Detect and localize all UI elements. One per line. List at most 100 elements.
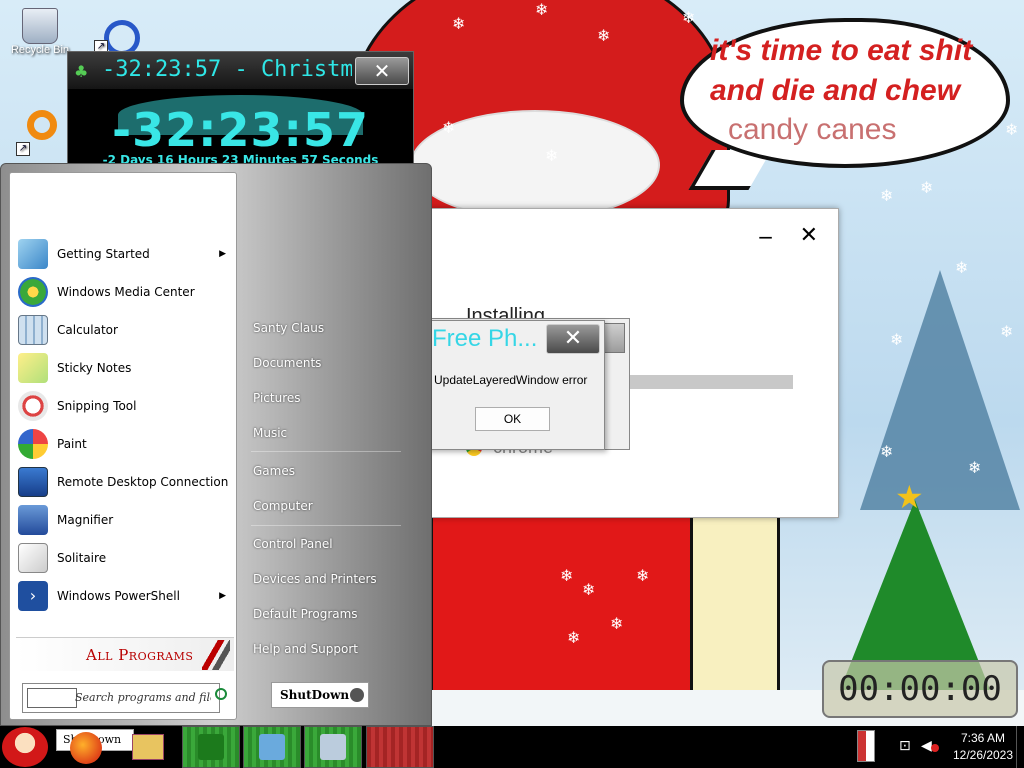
snowflake-icon: ❄	[920, 178, 934, 197]
snowflake-icon: ❄	[880, 186, 894, 205]
start-right-games[interactable]: Games	[253, 464, 295, 478]
taskbar-clock-time[interactable]: 7:36 AM	[953, 731, 1013, 745]
star-icon: ★	[895, 478, 924, 516]
start-item-snipping-tool[interactable]: Snipping Tool	[18, 389, 230, 423]
snowflake-icon: ❄	[597, 26, 611, 45]
start-right-separator	[251, 451, 401, 452]
desktop-icon-recycle-bin[interactable]: Recycle Bin	[4, 8, 76, 56]
powershell-icon: ›	[18, 581, 48, 611]
remote-desktop-icon	[18, 467, 48, 497]
minimize-button[interactable]: −	[757, 225, 774, 249]
start-right-music[interactable]: Music	[253, 426, 287, 440]
firefox-icon[interactable]	[70, 732, 102, 764]
pine-tree-art	[860, 270, 1020, 510]
snowflake-icon: ❄	[880, 442, 894, 461]
start-right-computer[interactable]: Computer	[253, 499, 313, 513]
shutdown-label: ShutDown	[280, 688, 350, 702]
close-button[interactable]: ✕	[800, 223, 818, 248]
start-item-calculator[interactable]: Calculator	[18, 313, 230, 347]
taskbar-clock-date[interactable]: 12/26/2023	[943, 748, 1023, 762]
speech-bubble-line3: candy canes	[728, 113, 897, 146]
start-item-sticky-notes[interactable]: Sticky Notes	[18, 351, 230, 385]
taskbar-button-photos[interactable]	[243, 726, 301, 768]
start-item-label: Windows Media Center	[57, 285, 195, 299]
shortcut-arrow-icon: ↗	[16, 142, 30, 156]
desktop-icon-label: Recycle Bin	[10, 44, 70, 56]
taskbar-button-installer[interactable]	[304, 726, 362, 768]
start-item-remote-desktop[interactable]: Remote Desktop Connection	[18, 465, 230, 499]
start-right-santy-claus[interactable]: Santy Claus	[253, 321, 324, 335]
start-item-label: Getting Started	[57, 247, 150, 261]
all-programs-stripe-icon	[202, 640, 230, 670]
photo-viewer-icon	[259, 734, 285, 760]
file-explorer-icon[interactable]	[132, 734, 164, 760]
ok-button[interactable]: OK	[475, 407, 550, 431]
speech-bubble-line2: and die and chew	[710, 74, 961, 107]
start-search-box[interactable]	[22, 683, 227, 713]
start-right-pictures[interactable]: Pictures	[253, 391, 301, 405]
start-right-default-programs[interactable]: Default Programs	[253, 607, 358, 621]
start-item-label: Calculator	[57, 323, 118, 337]
error-message: UpdateLayeredWindow error	[434, 373, 588, 387]
start-item-magnifier[interactable]: Magnifier	[18, 503, 230, 537]
start-right-documents[interactable]: Documents	[253, 356, 321, 370]
snowflake-icon: ❄	[452, 14, 466, 33]
show-desktop-button[interactable]	[1016, 726, 1024, 768]
snowflake-icon: ❄	[636, 566, 650, 585]
submenu-arrow-icon: ▶	[219, 249, 226, 259]
search-text-cursor-box	[27, 688, 77, 708]
error-close-button[interactable]: ✕	[546, 324, 600, 354]
taskbar-button-countdown[interactable]	[182, 726, 240, 768]
countdown-display: -32:23:57 -2 Days 16 Hours 23 Minutes 57…	[68, 89, 413, 172]
shutdown-options-icon[interactable]	[350, 688, 364, 702]
snowflake-icon: ❄	[560, 566, 574, 585]
start-button-santa-icon[interactable]	[2, 727, 48, 767]
start-right-help-support[interactable]: Help and Support	[253, 642, 358, 656]
system-tray: ⊡ ◀ 7:36 AM 12/26/2023	[855, 726, 1024, 768]
snowflake-icon: ❄	[890, 330, 904, 349]
network-icon[interactable]: ⊡	[899, 738, 911, 754]
snowflake-icon: ❄	[968, 458, 982, 477]
search-icon[interactable]	[215, 688, 227, 700]
all-programs-button[interactable]: All Programs	[16, 637, 234, 671]
tree-icon: ♣	[74, 62, 89, 81]
start-item-getting-started[interactable]: Getting Started ▶	[18, 237, 230, 271]
snowflake-icon: ❄	[567, 628, 581, 647]
snowflake-icon: ❄	[442, 118, 456, 137]
start-item-label: Magnifier	[57, 513, 114, 527]
start-right-control-panel[interactable]: Control Panel	[253, 537, 333, 551]
start-item-label: Paint	[57, 437, 87, 451]
tree-icon	[198, 734, 224, 760]
error-dialog[interactable]: Free Ph... ✕ UpdateLayeredWindow error O…	[425, 320, 605, 450]
submenu-arrow-icon: ▶	[219, 591, 226, 601]
getting-started-icon	[18, 239, 48, 269]
start-item-solitaire[interactable]: Solitaire	[18, 541, 230, 575]
gadget-clock[interactable]: 00:00:00	[822, 660, 1018, 718]
countdown-window[interactable]: ♣ -32:23:57 - Christma... ✕ -32:23:57 -2…	[67, 51, 414, 172]
snowflake-icon: ❄	[955, 258, 969, 277]
start-right-separator	[251, 525, 401, 526]
snowflake-icon: ❄	[682, 8, 696, 27]
installer-icon	[320, 734, 346, 760]
start-item-windows-powershell[interactable]: › Windows PowerShell ▶	[18, 579, 230, 613]
orange-ring-shortcut-icon	[27, 110, 57, 140]
action-center-flag-icon[interactable]	[857, 730, 875, 762]
start-item-paint[interactable]: Paint	[18, 427, 230, 461]
magnifier-icon	[18, 505, 48, 535]
snipping-tool-icon	[18, 391, 48, 421]
error-dialog-titlebar[interactable]: Free Ph... ✕	[426, 321, 604, 357]
snowflake-icon: ❄	[610, 614, 624, 633]
start-right-devices-printers[interactable]: Devices and Printers	[253, 572, 377, 586]
countdown-big-time: -32:23:57	[112, 103, 369, 157]
countdown-close-button[interactable]: ✕	[355, 57, 409, 85]
shutdown-button[interactable]: ShutDown	[271, 682, 369, 708]
snowflake-icon: ❄	[1000, 322, 1014, 341]
start-menu[interactable]: Getting Started ▶ Windows Media Center C…	[0, 163, 432, 726]
start-item-label: Solitaire	[57, 551, 107, 565]
solitaire-icon	[18, 543, 48, 573]
taskbar-button-active[interactable]	[366, 726, 434, 768]
start-item-windows-media-center[interactable]: Windows Media Center	[18, 275, 230, 309]
paint-icon	[18, 429, 48, 459]
search-input[interactable]	[75, 691, 211, 704]
countdown-titlebar[interactable]: ♣ -32:23:57 - Christma... ✕	[68, 52, 413, 89]
